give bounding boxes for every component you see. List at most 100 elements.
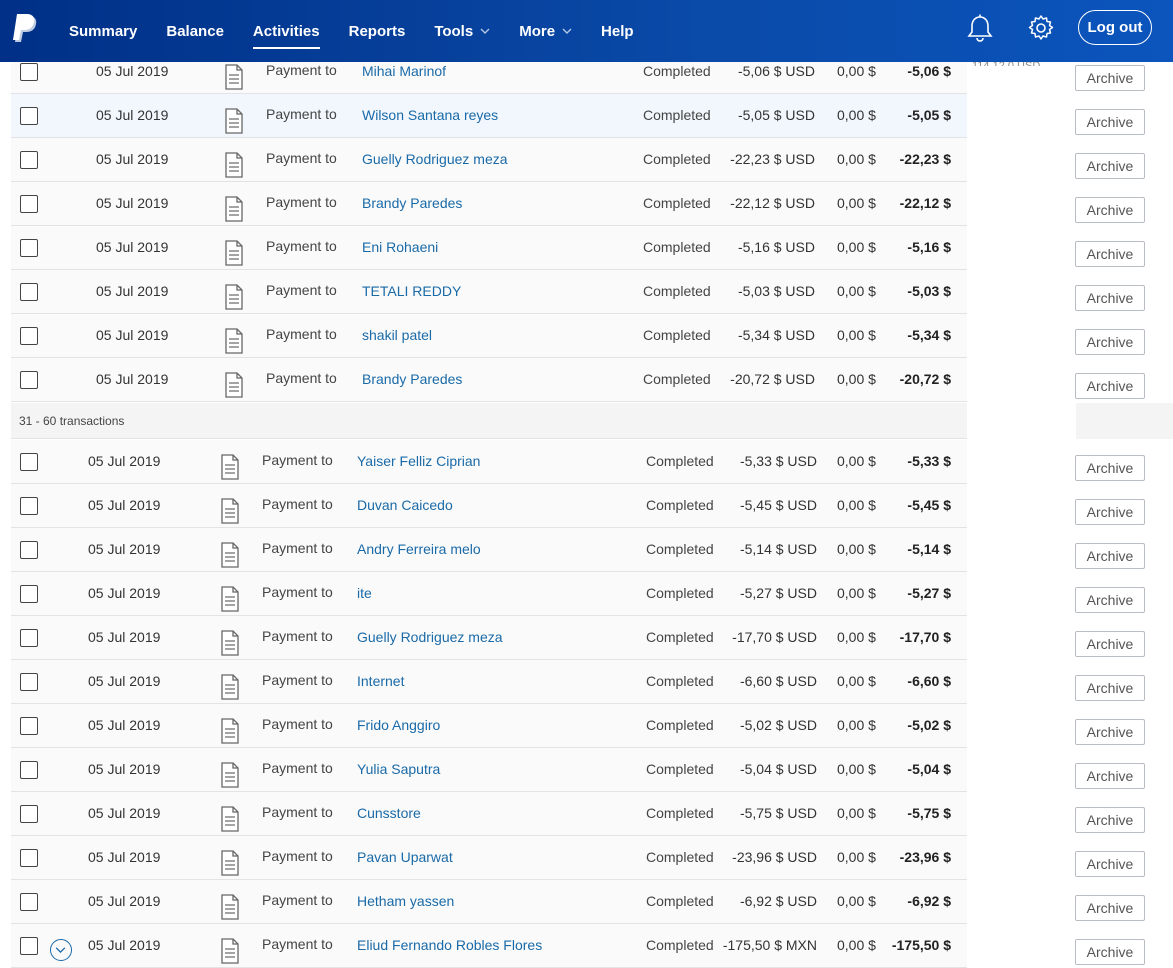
recipient-link[interactable]: TETALI REDDY bbox=[362, 283, 461, 299]
document-icon[interactable] bbox=[224, 108, 244, 134]
row-checkbox[interactable] bbox=[20, 497, 38, 515]
archive-button[interactable]: Archive bbox=[1075, 631, 1145, 657]
transaction-row[interactable]: 05 Jul 2019 Payment to Yulia Saputra Comple… bbox=[11, 748, 967, 792]
row-checkbox[interactable] bbox=[20, 673, 38, 691]
row-checkbox[interactable] bbox=[20, 151, 38, 169]
transaction-row[interactable]: 05 Jul 2019 Payment to ite Completed -5,27 $… bbox=[11, 572, 967, 616]
document-icon[interactable] bbox=[224, 240, 244, 266]
recipient-link[interactable]: Guelly Rodriguez meza bbox=[357, 629, 503, 645]
recipient-link[interactable]: shakil patel bbox=[362, 327, 432, 343]
row-checkbox[interactable] bbox=[20, 629, 38, 647]
transaction-row[interactable]: 05 Jul 2019 Payment to Eliud Fernando Robl… bbox=[11, 924, 967, 968]
transaction-row[interactable]: 05 Jul 2019 Payment to Brandy Paredes Compl… bbox=[11, 358, 967, 402]
row-checkbox[interactable] bbox=[20, 541, 38, 559]
recipient-link[interactable]: Brandy Paredes bbox=[362, 195, 462, 211]
transaction-row[interactable]: 05 Jul 2019 Payment to Internet Completed -6… bbox=[11, 660, 967, 704]
row-checkbox[interactable] bbox=[20, 893, 38, 911]
archive-button[interactable]: Archive bbox=[1075, 675, 1145, 701]
archive-button[interactable]: Archive bbox=[1075, 109, 1145, 135]
archive-button[interactable]: Archive bbox=[1075, 719, 1145, 745]
recipient-link[interactable]: Internet bbox=[357, 673, 404, 689]
archive-button[interactable]: Archive bbox=[1075, 65, 1145, 91]
transaction-row[interactable]: 05 Jul 2019 Payment to Hetham yassen Comple… bbox=[11, 880, 967, 924]
transaction-row[interactable]: 05 Jul 2019 Payment to Duvan Caicedo Comple… bbox=[11, 484, 967, 528]
archive-button[interactable]: Archive bbox=[1075, 197, 1145, 223]
row-checkbox[interactable] bbox=[20, 239, 38, 257]
gear-icon[interactable] bbox=[1027, 14, 1055, 42]
recipient-link[interactable]: Wilson Santana reyes bbox=[362, 107, 498, 123]
row-checkbox[interactable] bbox=[20, 371, 38, 389]
recipient-link[interactable]: Eni Rohaeni bbox=[362, 239, 438, 255]
archive-button[interactable]: Archive bbox=[1075, 285, 1145, 311]
transaction-row[interactable]: 05 Jul 2019 Payment to Eni Rohaeni Complete… bbox=[11, 226, 967, 270]
document-icon[interactable] bbox=[220, 938, 240, 964]
recipient-link[interactable]: Guelly Rodriguez meza bbox=[362, 151, 508, 167]
transaction-row[interactable]: 05 Jul 2019 Payment to shakil patel Complet… bbox=[11, 314, 967, 358]
recipient-link[interactable]: Yulia Saputra bbox=[357, 761, 440, 777]
nav-balance[interactable]: Balance bbox=[155, 0, 235, 62]
nav-reports[interactable]: Reports bbox=[338, 0, 417, 62]
paypal-logo[interactable] bbox=[12, 14, 38, 44]
document-icon[interactable] bbox=[224, 372, 244, 398]
nav-tools[interactable]: Tools bbox=[423, 0, 501, 62]
nav-more[interactable]: More bbox=[508, 0, 583, 62]
recipient-link[interactable]: Eliud Fernando Robles Flores bbox=[357, 937, 542, 953]
archive-button[interactable]: Archive bbox=[1075, 939, 1145, 965]
row-checkbox[interactable] bbox=[20, 107, 38, 125]
archive-button[interactable]: Archive bbox=[1075, 763, 1145, 789]
archive-button[interactable]: Archive bbox=[1075, 587, 1145, 613]
nav-activities[interactable]: Activities bbox=[242, 0, 331, 62]
logout-button[interactable]: Log out bbox=[1078, 10, 1152, 45]
row-checkbox[interactable] bbox=[20, 195, 38, 213]
transaction-row[interactable]: 05 Jul 2019 Payment to TETALI REDDY Complet… bbox=[11, 270, 967, 314]
archive-button[interactable]: Archive bbox=[1075, 895, 1145, 921]
transaction-row[interactable]: 05 Jul 2019 Payment to Cunsstore Completed -… bbox=[11, 792, 967, 836]
recipient-link[interactable]: Cunsstore bbox=[357, 805, 421, 821]
transaction-row[interactable]: 05 Jul 2019 Payment to Pavan Uparwat Comple… bbox=[11, 836, 967, 880]
document-icon[interactable] bbox=[220, 762, 240, 788]
recipient-link[interactable]: Mihai Marinof bbox=[362, 63, 446, 79]
row-checkbox[interactable] bbox=[20, 63, 38, 81]
row-checkbox[interactable] bbox=[20, 849, 38, 867]
document-icon[interactable] bbox=[224, 196, 244, 222]
archive-button[interactable]: Archive bbox=[1075, 499, 1145, 525]
archive-button[interactable]: Archive bbox=[1075, 241, 1145, 267]
document-icon[interactable] bbox=[220, 850, 240, 876]
recipient-link[interactable]: Hetham yassen bbox=[357, 893, 454, 909]
recipient-link[interactable]: ite bbox=[357, 585, 372, 601]
nav-summary[interactable]: Summary bbox=[58, 0, 148, 62]
archive-button[interactable]: Archive bbox=[1075, 153, 1145, 179]
transaction-row[interactable]: 05 Jul 2019 Payment to Andry Ferreira melo… bbox=[11, 528, 967, 572]
archive-button[interactable]: Archive bbox=[1075, 329, 1145, 355]
row-checkbox[interactable] bbox=[20, 453, 38, 471]
document-icon[interactable] bbox=[224, 284, 244, 310]
nav-help[interactable]: Help bbox=[590, 0, 645, 62]
row-checkbox[interactable] bbox=[20, 937, 38, 955]
recipient-link[interactable]: Yaiser Felliz Ciprian bbox=[357, 453, 480, 469]
document-icon[interactable] bbox=[220, 674, 240, 700]
transaction-row[interactable]: 05 Jul 2019 Payment to Brandy Paredes Compl… bbox=[11, 182, 967, 226]
recipient-link[interactable]: Andry Ferreira melo bbox=[357, 541, 481, 557]
document-icon[interactable] bbox=[224, 64, 244, 90]
document-icon[interactable] bbox=[220, 718, 240, 744]
document-icon[interactable] bbox=[220, 630, 240, 656]
row-checkbox[interactable] bbox=[20, 327, 38, 345]
row-checkbox[interactable] bbox=[20, 717, 38, 735]
recipient-link[interactable]: Duvan Caicedo bbox=[357, 497, 453, 513]
transaction-row[interactable]: 05 Jul 2019 Payment to Guelly Rodriguez me… bbox=[11, 616, 967, 660]
document-icon[interactable] bbox=[224, 328, 244, 354]
transaction-row[interactable]: 05 Jul 2019 Payment to Yaiser Felliz Cipri… bbox=[11, 440, 967, 484]
document-icon[interactable] bbox=[220, 542, 240, 568]
document-icon[interactable] bbox=[220, 454, 240, 480]
row-checkbox[interactable] bbox=[20, 761, 38, 779]
recipient-link[interactable]: Brandy Paredes bbox=[362, 371, 462, 387]
document-icon[interactable] bbox=[224, 152, 244, 178]
row-checkbox[interactable] bbox=[20, 585, 38, 603]
recipient-link[interactable]: Frido Anggiro bbox=[357, 717, 440, 733]
archive-button[interactable]: Archive bbox=[1075, 851, 1145, 877]
archive-button[interactable]: Archive bbox=[1075, 807, 1145, 833]
document-icon[interactable] bbox=[220, 586, 240, 612]
archive-button[interactable]: Archive bbox=[1075, 455, 1145, 481]
row-checkbox[interactable] bbox=[20, 283, 38, 301]
document-icon[interactable] bbox=[220, 806, 240, 832]
